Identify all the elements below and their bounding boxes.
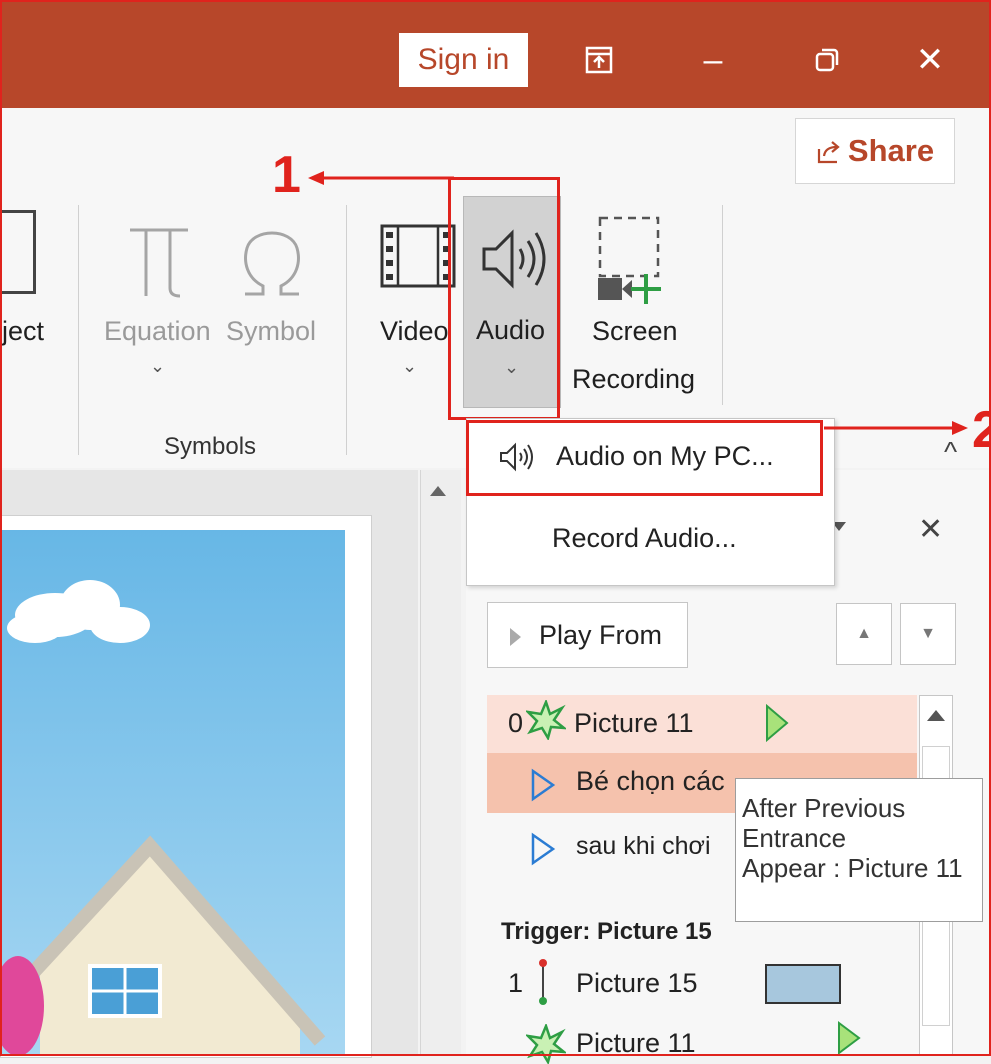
animation-row-index: 1	[508, 968, 524, 998]
animation-row-index: 0	[508, 708, 524, 738]
move-later-button[interactable]: ▼	[900, 603, 956, 665]
entrance-effect-icon	[526, 700, 566, 740]
video-label: Video	[380, 316, 449, 346]
ribbon-separator	[722, 205, 723, 405]
animation-row-label: Bé chọn các	[576, 766, 725, 796]
effect-tooltip: After Previous Entrance Appear : Picture…	[735, 778, 983, 922]
ribbon-separator	[78, 205, 79, 455]
animation-row-label: Picture 11	[574, 708, 694, 738]
object-label: ject	[2, 316, 45, 346]
video-chevron-icon: ⌄	[402, 356, 418, 376]
cloud-image	[7, 580, 150, 643]
callout-box-1	[448, 177, 560, 420]
close-window-button[interactable]: ✕	[900, 33, 960, 87]
trigger-play-icon	[531, 768, 556, 802]
screen-recording-label-line2: Recording	[572, 364, 696, 394]
object-icon	[0, 210, 36, 294]
tooltip-line: After Previous	[742, 793, 906, 823]
restore-icon	[815, 48, 839, 72]
annotation-arrow-2	[824, 421, 968, 435]
animation-row-label: Picture 11	[576, 1028, 696, 1058]
timing-bar-icon	[766, 703, 789, 743]
move-earlier-button[interactable]: ▲	[836, 603, 892, 665]
play-from-label: Play From	[539, 620, 663, 650]
restore-button[interactable]	[797, 33, 857, 87]
scroll-up-arrow-icon[interactable]	[430, 486, 446, 496]
annotation-step-2: 2	[972, 401, 991, 459]
share-label: Share	[847, 133, 935, 168]
trigger-heading: Trigger: Picture 15	[501, 918, 712, 945]
animation-row-label: Picture 15	[576, 968, 698, 998]
callout-box-2	[466, 420, 823, 496]
symbol-button[interactable]	[225, 196, 325, 396]
equation-label: Equation	[104, 316, 211, 346]
share-button[interactable]: Share	[795, 118, 955, 184]
collapse-ribbon-button[interactable]: ^	[944, 436, 957, 468]
ribbon-separator	[346, 205, 347, 455]
play-from-button[interactable]: Play From	[487, 602, 688, 668]
slide-vertical-scrollbar[interactable]	[420, 470, 461, 1056]
record-audio-menu-item[interactable]: Record Audio...	[467, 501, 834, 581]
animation-row-label: sau khi chơi	[576, 832, 711, 860]
timing-bar-icon	[838, 1021, 861, 1055]
play-icon	[510, 628, 521, 646]
equation-chevron-icon: ⌄	[150, 356, 166, 376]
pi-icon	[130, 228, 188, 298]
slide-sky-background	[0, 530, 345, 1056]
tooltip-line: Appear : Picture 11	[742, 853, 963, 883]
close-pane-button[interactable]: ✕	[918, 512, 943, 547]
omega-icon	[244, 231, 300, 296]
house-image	[0, 835, 326, 1056]
symbols-group-label: Symbols	[164, 433, 257, 460]
record-audio-label: Record Audio...	[552, 523, 737, 553]
motion-path-icon	[539, 959, 547, 1005]
share-icon	[817, 141, 840, 164]
ribbon-display-options-button[interactable]	[569, 33, 629, 87]
tooltip-line: Entrance	[742, 823, 847, 853]
film-icon	[380, 224, 456, 288]
scroll-up-arrow-icon[interactable]	[927, 710, 945, 721]
screen-recording-label-line1: Screen	[592, 316, 678, 346]
trigger-play-icon	[531, 832, 556, 866]
sign-in-button[interactable]: Sign in	[399, 33, 528, 87]
screen-recording-icon	[598, 216, 661, 304]
symbol-label: Symbol	[226, 316, 317, 346]
entrance-effect-icon	[526, 1024, 566, 1064]
annotation-step-1: 1	[272, 146, 301, 204]
timing-bar[interactable]	[765, 964, 841, 1004]
ribbon-display-icon	[585, 46, 613, 74]
minimize-button[interactable]: –	[683, 33, 743, 87]
annotation-arrow-1	[308, 171, 454, 185]
